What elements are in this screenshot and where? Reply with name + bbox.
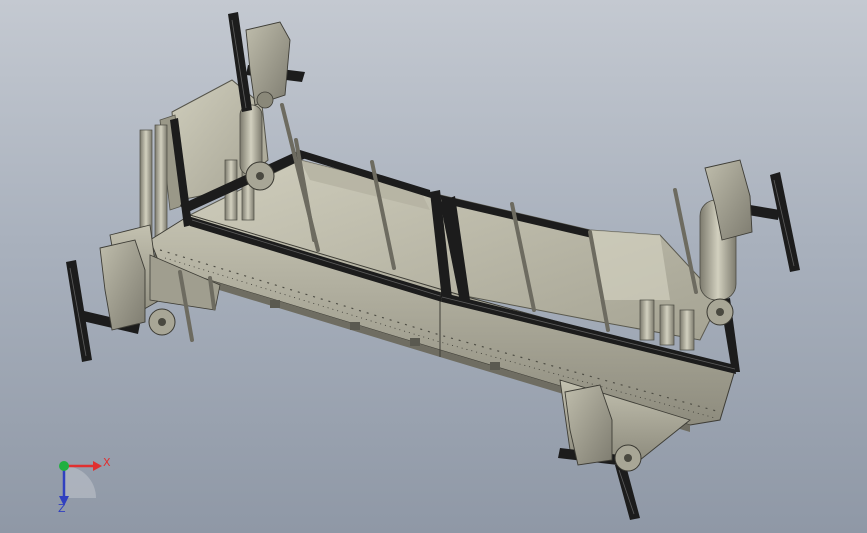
coordinate-triad: X Z — [40, 452, 120, 522]
y-axis-dot — [59, 461, 69, 471]
conveyor-assembly-model[interactable] — [0, 0, 867, 533]
triad-quarter-disc — [64, 466, 96, 498]
x-axis-label: X — [103, 456, 111, 469]
x-axis-arrow — [93, 461, 102, 471]
motor-upper — [245, 21, 291, 109]
cad-viewport[interactable]: X Z — [0, 0, 867, 533]
z-axis-label: Z — [58, 502, 66, 515]
